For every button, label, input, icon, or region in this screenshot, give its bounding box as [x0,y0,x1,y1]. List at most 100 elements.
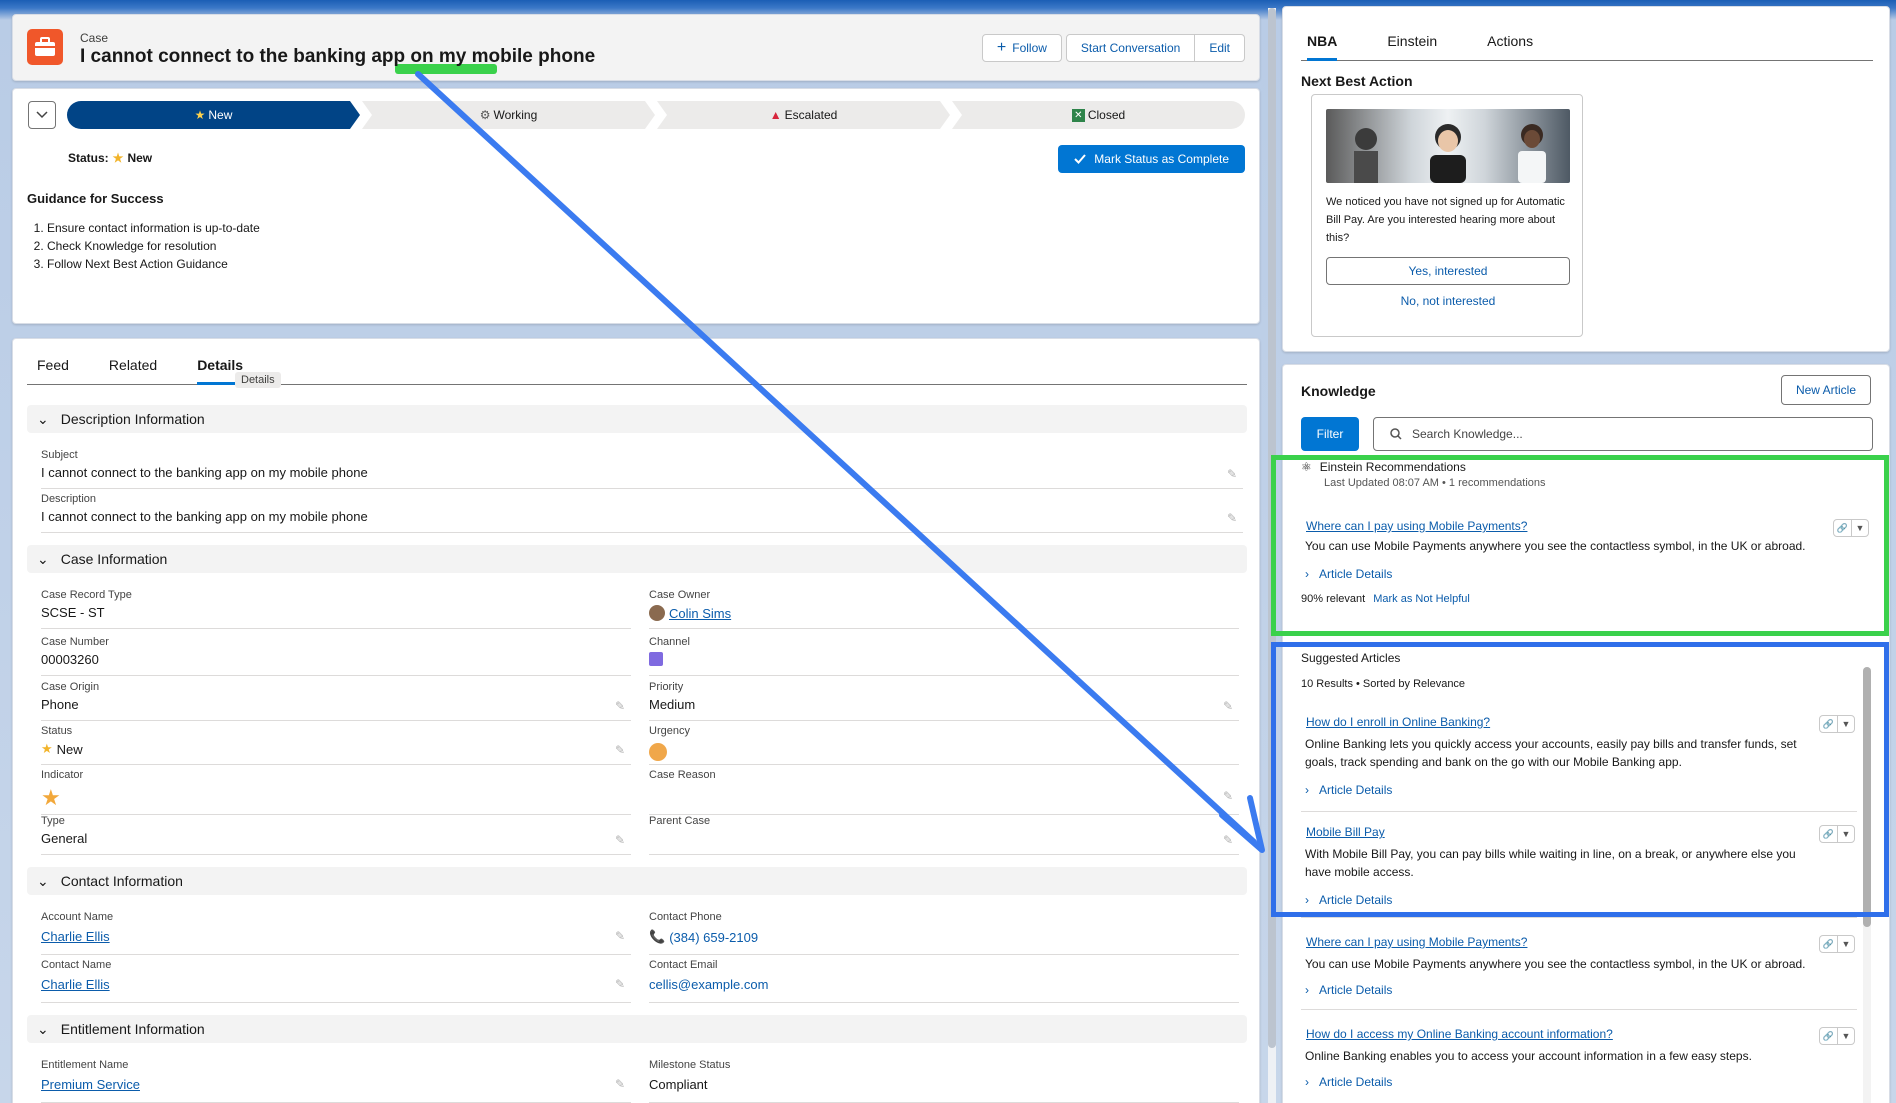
call-center-image [1326,109,1570,183]
field-account-name: Account Name Charlie Ellis ✎ [41,911,631,955]
field-case-owner: Case Owner Colin Sims [649,589,1239,629]
pencil-icon[interactable]: ✎ [615,1077,625,1091]
nba-title: Next Best Action [1301,73,1413,89]
case-owner-link[interactable]: Colin Sims [669,606,731,621]
section-description-header[interactable]: ⌄ Description Information [27,405,1247,433]
chevron-down-icon [36,111,48,119]
pencil-icon[interactable]: ✎ [1227,511,1237,525]
article-details-toggle[interactable]: › Article Details [1305,983,1392,997]
path-step-escalated[interactable]: ▲ Escalated [657,101,950,129]
record-header: Case I cannot connect to the banking app… [12,14,1260,81]
chevron-down-icon: ⌄ [37,410,49,427]
path-step-new[interactable]: ★ New [67,101,360,129]
pencil-icon[interactable]: ✎ [615,743,625,757]
entitlement-link[interactable]: Premium Service [41,1077,140,1092]
contact-phone-link[interactable]: (384) 659-2109 [669,930,758,945]
star-icon: ★ [41,785,61,810]
star-icon: ★ [112,151,124,165]
avatar [649,605,665,621]
filter-button[interactable]: Filter [1301,417,1359,451]
field-contact-name: Contact Name Charlie Ellis ✎ [41,959,631,1003]
yes-interested-button[interactable]: Yes, interested [1326,257,1570,285]
gear-icon: ⚙ [479,108,491,122]
start-conversation-button[interactable]: Start Conversation [1065,34,1196,62]
page-title: I cannot connect to the banking app on m… [80,46,596,67]
phone-channel-icon [649,652,663,666]
search-input[interactable]: Search Knowledge... [1373,417,1873,451]
chevron-right-icon: › [1305,1075,1309,1089]
path-step-closed[interactable]: ✕ Closed [952,101,1245,129]
account-name-link[interactable]: Charlie Ellis [41,929,110,944]
article-details-toggle[interactable]: › Article Details [1305,1075,1392,1089]
record-tabs: Feed Related Details [27,353,1247,385]
object-type-label: Case [80,31,109,45]
guidance-title: Guidance for Success [27,191,164,206]
chevron-down-icon: ⌄ [37,550,49,567]
checkmark-icon [1074,154,1087,164]
pencil-icon[interactable]: ✎ [1227,467,1237,481]
status-path: ★ New ⚙ Working ▲ Escalated ✕ Closed [67,101,1247,129]
field-contact-email: Contact Email cellis@example.com [649,959,1239,1003]
edit-button[interactable]: Edit [1195,34,1245,62]
no-interested-link[interactable]: No, not interested [1326,294,1570,308]
pencil-icon[interactable]: ✎ [1223,699,1233,713]
path-card: ★ New ⚙ Working ▲ Escalated ✕ Closed Status:… [12,88,1260,324]
field-channel: Channel [649,636,1239,676]
section-entitlement-header[interactable]: ⌄ Entitlement Information [27,1015,1247,1043]
field-status: Status ★ New ✎ [41,725,631,765]
dropdown-icon[interactable]: ▼ [1837,936,1854,952]
field-case-record-type: Case Record Type SCSE - ST [41,589,631,629]
highlight-box-green [1271,455,1889,636]
dropdown-icon[interactable]: ▼ [1837,1028,1854,1044]
attach-icon[interactable]: 🔗 [1820,936,1837,952]
tab-tooltip: Details [235,372,281,388]
phone-icon: 📞 [649,929,666,944]
highlight-box-blue [1271,642,1889,917]
chevron-right-icon: › [1305,983,1309,997]
field-urgency: Urgency [649,725,1239,765]
field-case-number: Case Number 00003260 [41,636,631,676]
article-body: Online Banking enables you to access you… [1305,1049,1752,1063]
pencil-icon[interactable]: ✎ [615,929,625,943]
search-icon [1390,428,1402,440]
right-tabs: NBA Einstein Actions [1301,21,1873,61]
x-box-icon: ✕ [1071,108,1085,122]
attach-icon[interactable]: 🔗 [1820,1028,1837,1044]
field-contact-phone: Contact Phone 📞 (384) 659-2109 [649,911,1239,955]
article-title[interactable]: How do I access my Online Banking accoun… [1306,1027,1613,1041]
star-icon: ★ [41,741,53,756]
path-step-working[interactable]: ⚙ Working [362,101,655,129]
divider [1301,917,1857,918]
urgency-dot-icon [649,743,667,761]
tab-related[interactable]: Related [109,353,157,384]
field-subject: Subject I cannot connect to the banking … [41,449,1243,489]
field-entitlement-name: Entitlement Name Premium Service ✎ [41,1059,631,1103]
article-actions: 🔗 ▼ [1819,935,1855,953]
article-actions: 🔗 ▼ [1819,1027,1855,1045]
pencil-icon[interactable]: ✎ [615,977,625,991]
tab-actions[interactable]: Actions [1487,21,1533,60]
new-article-button[interactable]: New Article [1780,375,1871,405]
tab-feed[interactable]: Feed [37,353,69,384]
field-parent-case: Parent Case ✎ [649,815,1239,855]
pencil-icon[interactable]: ✎ [1223,789,1233,803]
nba-recommendation: We noticed you have not signed up for Au… [1311,94,1583,337]
field-indicator: Indicator ★ [41,769,631,815]
section-case-info-header[interactable]: ⌄ Case Information [27,545,1247,573]
follow-button[interactable]: + Follow [981,34,1062,62]
case-icon [27,29,63,65]
contact-name-link[interactable]: Charlie Ellis [41,977,110,992]
contact-email-link[interactable]: cellis@example.com [649,977,768,992]
path-toggle-button[interactable] [28,101,56,129]
pencil-icon[interactable]: ✎ [615,699,625,713]
tab-nba[interactable]: NBA [1307,21,1338,61]
pencil-icon[interactable]: ✎ [1223,833,1233,847]
pencil-icon[interactable]: ✎ [615,833,625,847]
field-milestone-status: Milestone Status Compliant [649,1059,1239,1103]
section-contact-info-header[interactable]: ⌄ Contact Information [27,867,1247,895]
guidance-item: Ensure contact information is up-to-date [47,219,260,237]
article-title[interactable]: Where can I pay using Mobile Payments? [1306,935,1527,949]
tab-einstein[interactable]: Einstein [1387,21,1437,60]
plus-icon: + [996,39,1007,56]
mark-status-complete-button[interactable]: Mark Status as Complete [1058,145,1245,173]
